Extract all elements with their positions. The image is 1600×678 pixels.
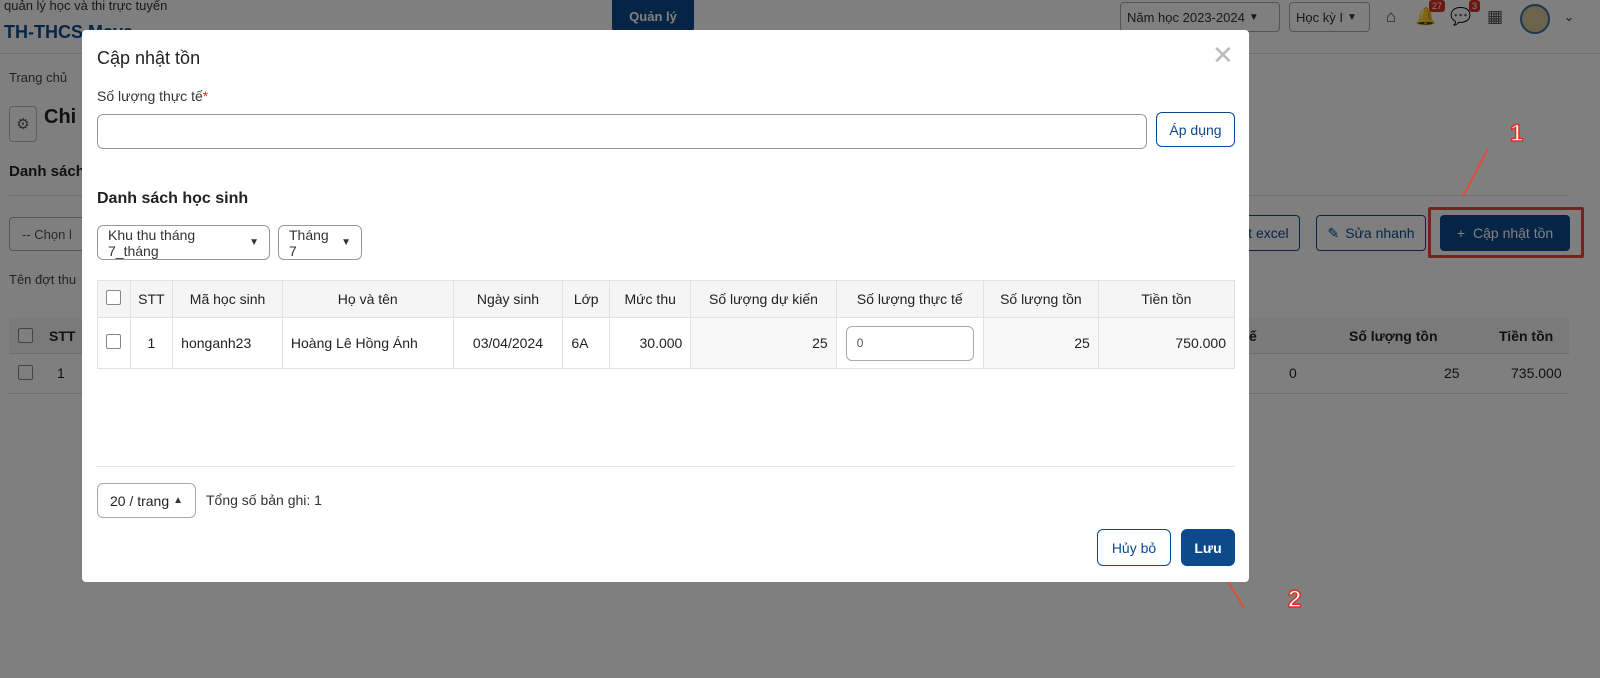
annotation-step-2: 2 bbox=[1287, 585, 1302, 613]
save-button[interactable]: Lưu bbox=[1181, 529, 1235, 566]
cell-stock-amount: 750.000 bbox=[1097, 317, 1236, 369]
chevron-down-icon: ▼ bbox=[249, 237, 259, 248]
required-marker: * bbox=[202, 88, 209, 104]
table-row: 1 honganh23 Hoàng Lê Hồng Ánh 03/04/2024… bbox=[97, 317, 1236, 369]
student-table: STT Mã học sinh Họ và tên Ngày sinh Lớp … bbox=[97, 280, 1236, 369]
cell-stt: 1 bbox=[129, 317, 174, 369]
divider bbox=[97, 466, 1235, 467]
actual-qty-input[interactable] bbox=[97, 114, 1147, 149]
chevron-down-icon: ▼ bbox=[341, 237, 351, 248]
cell-dob: 03/04/2024 bbox=[452, 317, 564, 369]
row-checkbox-cell bbox=[97, 317, 131, 369]
col-expected-qty: Số lượng dự kiến bbox=[690, 280, 837, 318]
select-all-checkbox[interactable] bbox=[106, 290, 122, 305]
col-stock-qty: Số lượng tồn bbox=[982, 280, 1099, 318]
table-header-row: STT Mã học sinh Họ và tên Ngày sinh Lớp … bbox=[97, 280, 1236, 318]
apply-button[interactable]: Áp dụng bbox=[1156, 112, 1235, 147]
col-stt: STT bbox=[129, 280, 174, 318]
col-actual-qty: Số lượng thực tế bbox=[835, 280, 984, 318]
student-list-heading: Danh sách học sinh bbox=[97, 190, 249, 207]
cell-stock-qty: 25 bbox=[982, 317, 1099, 369]
col-dob: Ngày sinh bbox=[452, 280, 564, 318]
col-stock-amount: Tiền tồn bbox=[1097, 280, 1236, 318]
update-stock-modal: Cập nhật tồn ✕ Số lượng thực tế* Áp dụng… bbox=[82, 30, 1249, 582]
month-select[interactable]: Tháng 7 ▼ bbox=[278, 225, 362, 260]
fee-period-select[interactable]: Khu thu tháng 7_tháng ▼ bbox=[97, 225, 270, 260]
cell-expected-qty: 25 bbox=[690, 317, 837, 369]
col-class: Lớp bbox=[562, 280, 611, 318]
caret-up-icon: ▲ bbox=[173, 495, 184, 506]
cell-actual-qty bbox=[835, 317, 984, 369]
col-student-code: Mã học sinh bbox=[172, 280, 283, 318]
col-fee: Mức thu bbox=[609, 280, 692, 318]
cell-fee: 30.000 bbox=[609, 317, 692, 369]
total-records: Tổng số bản ghi: 1 bbox=[206, 492, 322, 508]
col-full-name: Họ và tên bbox=[281, 280, 454, 318]
close-icon[interactable]: ✕ bbox=[1212, 42, 1234, 68]
actual-qty-label: Số lượng thực tế* bbox=[97, 88, 209, 104]
modal-title: Cập nhật tồn bbox=[97, 48, 201, 68]
annotation-step-1: 1 bbox=[1509, 119, 1524, 147]
cell-class: 6A bbox=[562, 317, 611, 369]
cell-full-name: Hoàng Lê Hồng Ánh bbox=[281, 317, 454, 369]
select-all-cell bbox=[97, 280, 131, 318]
actual-qty-row-input[interactable] bbox=[845, 325, 974, 361]
row-checkbox[interactable] bbox=[106, 334, 122, 349]
cell-student-code: honganh23 bbox=[172, 317, 283, 369]
cancel-button[interactable]: Hủy bỏ bbox=[1097, 529, 1171, 566]
page-size-select[interactable]: 20 / trang ▲ bbox=[97, 483, 196, 518]
